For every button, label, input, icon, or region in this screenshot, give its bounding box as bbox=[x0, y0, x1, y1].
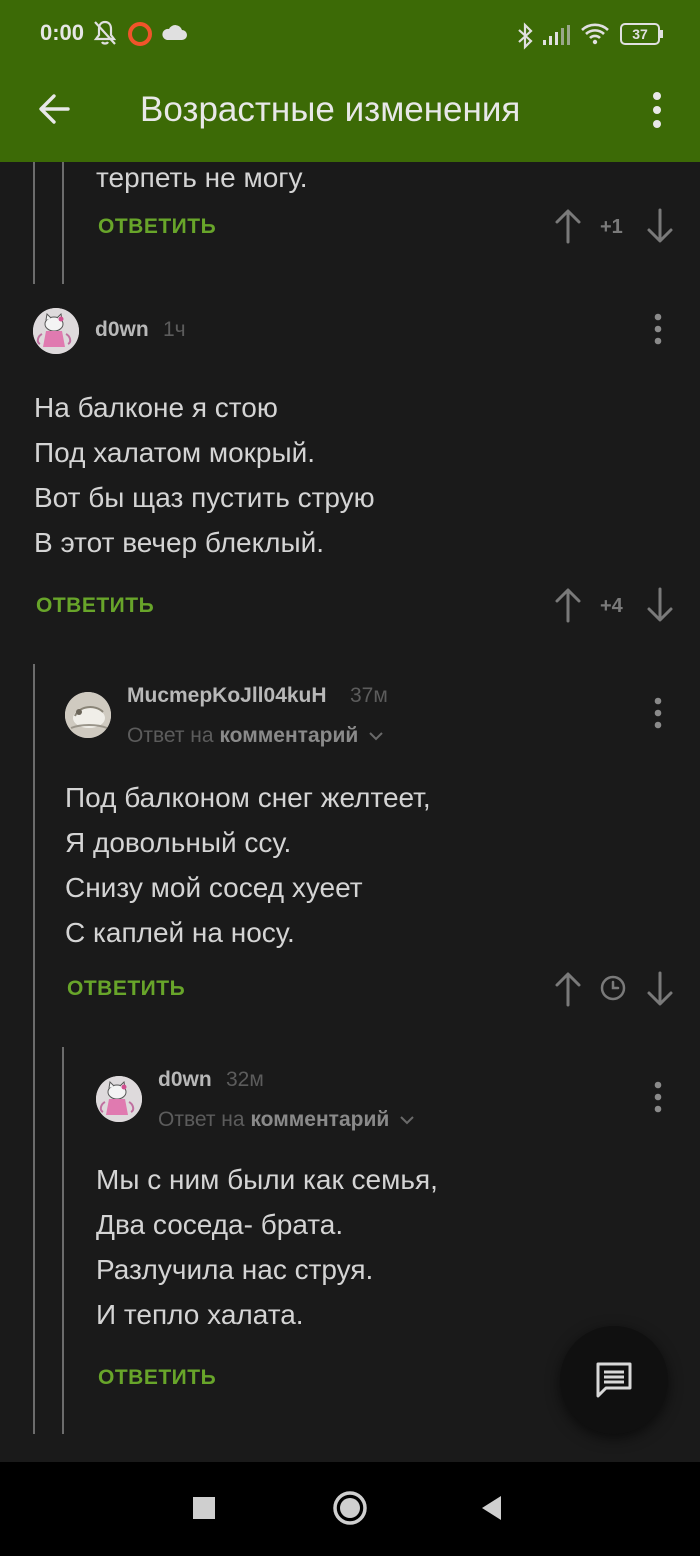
status-time: 0:00 bbox=[40, 20, 85, 45]
avatar[interactable] bbox=[96, 1076, 142, 1122]
chevron-down-icon[interactable] bbox=[399, 1114, 415, 1126]
rating: +4 bbox=[600, 595, 623, 617]
reply-to-prefix: Ответ на bbox=[158, 1108, 245, 1131]
comment-text: Под балконом снег желтеет, Я довольный с… bbox=[65, 775, 431, 955]
hello-kitty-avatar-image bbox=[33, 308, 79, 354]
comment-text: терпеть не могу. bbox=[96, 162, 308, 193]
arrow-down-icon[interactable] bbox=[645, 587, 675, 623]
avatar[interactable] bbox=[33, 308, 79, 354]
comment-author[interactable]: d0wn bbox=[95, 318, 149, 342]
comment-line: Два соседа- брата. bbox=[96, 1209, 344, 1240]
reply-button[interactable]: ОТВЕТИТЬ bbox=[98, 1366, 216, 1390]
comment-line: Снизу мой сосед хуеет bbox=[65, 872, 363, 903]
arrow-up-icon[interactable] bbox=[553, 971, 583, 1007]
circle-icon bbox=[128, 22, 152, 46]
thread-line bbox=[33, 162, 35, 284]
clock-icon bbox=[600, 975, 626, 1001]
cloud-icon bbox=[162, 25, 187, 40]
chevron-down-icon[interactable] bbox=[368, 730, 384, 742]
comment-text: На балконе я стою Под халатом мокрый. Во… bbox=[34, 385, 375, 565]
comment-time: 37м bbox=[350, 684, 388, 707]
comments-list[interactable]: терпеть не могу. ОТВЕТИТЬ +1 d0wn 1ч На … bbox=[0, 162, 700, 1462]
wifi-icon bbox=[581, 23, 609, 45]
comment-line: С каплей на носу. bbox=[65, 917, 295, 948]
comment-line: Вот бы щаз пустить струю bbox=[34, 482, 375, 513]
arrow-down-icon[interactable] bbox=[645, 971, 675, 1007]
comment-line: В этот вечер блеклый. bbox=[34, 527, 325, 558]
arrow-up-icon[interactable] bbox=[553, 587, 583, 623]
signal-icon bbox=[543, 25, 570, 45]
comment-line: Разлучила нас струя. bbox=[96, 1254, 374, 1285]
comment-line: Под халатом мокрый. bbox=[34, 437, 316, 468]
comment-line: Под балконом снег желтеет, bbox=[65, 782, 431, 813]
triangle-back-icon[interactable] bbox=[470, 1486, 514, 1530]
thread-line bbox=[62, 162, 64, 284]
add-comment-button[interactable] bbox=[560, 1326, 668, 1434]
thread-line bbox=[62, 1047, 64, 1434]
hello-kitty-avatar-image bbox=[96, 1076, 142, 1122]
bluetooth-icon bbox=[518, 22, 533, 50]
comment-author[interactable]: d0wn bbox=[158, 1068, 212, 1092]
page-title: Возрастные изменения bbox=[140, 90, 521, 129]
app-header: 0:00 37 Возрастные изменения bbox=[0, 0, 700, 162]
comment-line: Мы с ним были как семья, bbox=[96, 1164, 438, 1195]
bell-off-icon bbox=[93, 20, 117, 45]
user-avatar-image bbox=[65, 692, 111, 738]
arrow-up-icon[interactable] bbox=[553, 208, 583, 244]
reply-to[interactable]: Ответ на комментарий bbox=[158, 1108, 415, 1132]
avatar[interactable] bbox=[65, 692, 111, 738]
system-nav-bar bbox=[0, 1462, 700, 1556]
battery-level: 37 bbox=[632, 26, 648, 42]
reply-to-target[interactable]: комментарий bbox=[250, 1108, 389, 1131]
reply-to-target[interactable]: комментарий bbox=[219, 724, 358, 747]
reply-button[interactable]: ОТВЕТИТЬ bbox=[36, 594, 154, 618]
more-vert-icon[interactable] bbox=[652, 1080, 664, 1114]
more-vert-icon[interactable] bbox=[652, 696, 664, 730]
status-bar: 0:00 37 bbox=[0, 0, 700, 68]
reply-to-prefix: Ответ на bbox=[127, 724, 214, 747]
more-vert-icon[interactable] bbox=[646, 90, 668, 130]
battery-icon: 37 bbox=[620, 23, 660, 45]
comment-author[interactable]: MucmepKoJll04kuH bbox=[127, 684, 327, 708]
circle-home-icon[interactable] bbox=[328, 1486, 372, 1530]
arrow-down-icon[interactable] bbox=[645, 208, 675, 244]
comment-text: Мы с ним были как семья, Два соседа- бра… bbox=[96, 1157, 438, 1337]
comment-time: 32м bbox=[226, 1068, 264, 1091]
thread-line bbox=[33, 664, 35, 1434]
more-vert-icon[interactable] bbox=[652, 312, 664, 346]
reply-to[interactable]: Ответ на комментарий bbox=[127, 724, 384, 748]
comment-line: На балконе я стою bbox=[34, 392, 278, 423]
square-icon[interactable] bbox=[182, 1486, 226, 1530]
reply-button[interactable]: ОТВЕТИТЬ bbox=[67, 977, 185, 1001]
rating: +1 bbox=[600, 216, 623, 238]
battery-tip bbox=[660, 30, 663, 38]
comment-icon bbox=[596, 1362, 632, 1398]
arrow-left-icon[interactable] bbox=[32, 86, 78, 132]
comment-line: И тепло халата. bbox=[96, 1299, 304, 1330]
comment-line: Я довольный ссу. bbox=[65, 827, 292, 858]
reply-button[interactable]: ОТВЕТИТЬ bbox=[98, 215, 216, 239]
comment-time: 1ч bbox=[163, 318, 186, 341]
